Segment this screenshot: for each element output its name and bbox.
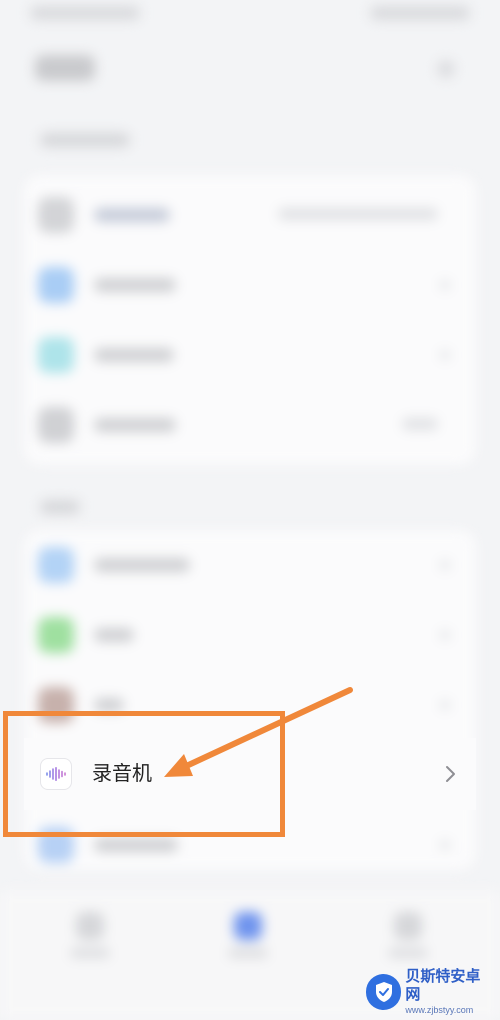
list-item[interactable]	[24, 320, 476, 390]
chevron-right-icon	[440, 840, 450, 850]
list-item-label	[94, 698, 124, 712]
list-item-label	[94, 278, 176, 292]
app-icon	[38, 407, 74, 443]
list-item-label	[94, 558, 190, 572]
section-label-blurred	[40, 500, 80, 514]
status-icons-blurred	[370, 6, 470, 20]
status-bar	[20, 0, 480, 30]
chevron-right-icon	[440, 700, 450, 710]
header-action-blurred	[437, 60, 455, 78]
list-item[interactable]	[24, 600, 476, 670]
app-icon	[38, 337, 74, 373]
app-icon	[38, 267, 74, 303]
chevron-right-icon	[440, 280, 450, 290]
status-time-blurred	[30, 6, 140, 20]
list-item-label	[94, 348, 174, 362]
highlight-box	[3, 711, 285, 837]
list-item[interactable]	[24, 250, 476, 320]
list-item-label	[94, 628, 134, 642]
list-item[interactable]	[24, 390, 476, 460]
app-icon	[38, 617, 74, 653]
watermark-title: 贝斯特安卓网	[405, 968, 481, 1003]
nav-tab-icon-active[interactable]	[234, 912, 262, 940]
list-item-label	[94, 838, 178, 852]
chevron-right-icon	[440, 560, 450, 570]
chevron-right-icon	[440, 630, 450, 640]
nav-tab-icon[interactable]	[394, 912, 422, 940]
section-label-blurred	[40, 133, 130, 147]
page-title-blurred	[35, 55, 95, 81]
watermark-url: www.zjbstyy.com	[405, 1005, 474, 1015]
app-icon	[38, 547, 74, 583]
nav-tab-icon[interactable]	[76, 912, 104, 940]
list-item-value	[402, 418, 438, 430]
list-item[interactable]	[24, 180, 476, 250]
watermark: 贝斯特安卓网 www.zjbstyy.com	[366, 968, 494, 1016]
app-icon	[38, 197, 74, 233]
list-item-value	[278, 208, 438, 220]
chevron-right-icon	[440, 350, 450, 360]
settings-group-1	[24, 175, 476, 465]
blurred-background	[0, 0, 500, 1020]
list-item-label	[94, 208, 170, 222]
nav-tab-label	[70, 948, 110, 958]
chevron-right-icon	[444, 762, 458, 786]
nav-tab-label	[228, 948, 268, 958]
list-item[interactable]	[24, 530, 476, 600]
list-item-label	[94, 418, 176, 432]
shield-logo-icon	[366, 974, 402, 1010]
nav-tab-label	[388, 948, 428, 958]
